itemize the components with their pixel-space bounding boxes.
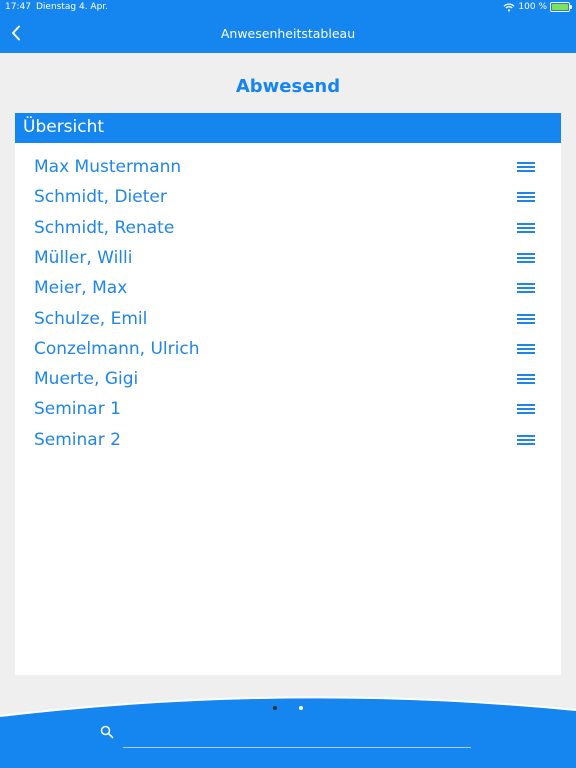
list-item[interactable]: Meier, Max [15, 274, 561, 304]
status-bar: 17:47 Dienstag 4. Apr. 100 % [0, 0, 576, 14]
battery-icon [550, 2, 572, 12]
list-item-label: Muerte, Gigi [34, 369, 139, 390]
list-item-label: Müller, Willi [34, 247, 133, 268]
nav-title: Anwesenheitstableau [220, 26, 356, 41]
list-item[interactable]: Seminar 1 [15, 395, 561, 425]
list-item-label: Seminar 1 [34, 399, 121, 420]
page-indicator-dot-2[interactable] [299, 706, 303, 710]
drag-handle-icon[interactable] [517, 162, 535, 174]
search-icon-wrapper[interactable] [100, 724, 114, 743]
list-item[interactable]: Conzelmann, Ulrich [15, 335, 561, 365]
drag-handle-icon[interactable] [517, 313, 535, 326]
list-item-label: Max Mustermann [34, 157, 182, 177]
status-time: 17:47 [5, 2, 31, 12]
list-item-label: Schulze, Emil [34, 308, 148, 329]
list-item[interactable]: Müller, Willi [15, 244, 561, 274]
page-indicator-dot-1[interactable] [273, 706, 277, 710]
page-heading: Abwesend [235, 76, 341, 97]
list-item[interactable]: Seminar 2 [15, 426, 561, 456]
list-item[interactable]: Schmidt, Dieter [15, 183, 561, 213]
list-item[interactable]: Schulze, Emil [15, 305, 561, 335]
search-icon [100, 725, 114, 739]
bottom-wave [0, 696, 576, 768]
drag-handle-icon[interactable] [517, 374, 535, 386]
status-right: 100 % [503, 2, 572, 12]
search-input[interactable] [123, 747, 471, 748]
list-item[interactable]: Max Mustermann [15, 153, 561, 183]
drag-handle-icon[interactable] [517, 222, 535, 235]
drag-handle-icon[interactable] [517, 252, 535, 265]
drag-handle-icon[interactable] [517, 192, 535, 204]
drag-handle-icon[interactable] [517, 283, 535, 295]
list-item-label: Conzelmann, Ulrich [34, 338, 200, 359]
list-item-label: Schmidt, Dieter [34, 187, 167, 208]
list-item-label: Seminar 2 [34, 429, 121, 450]
list-item-label: Schmidt, Renate [34, 217, 175, 238]
drag-handle-icon[interactable] [517, 404, 535, 416]
wifi-icon [503, 2, 515, 11]
bottom-bar [0, 688, 576, 768]
drag-handle-icon[interactable] [517, 343, 535, 356]
list-item[interactable]: Schmidt, Renate [15, 214, 561, 244]
list-item-label: Meier, Max [34, 278, 128, 299]
overview-panel: Übersicht Max Mustermann Schmidt, Dieter S… [15, 113, 561, 675]
status-date: Dienstag 4. Apr. [36, 2, 109, 12]
battery-percent: 100 % [518, 2, 547, 12]
list-item[interactable]: Muerte, Gigi [15, 365, 561, 395]
navigation-bar: Anwesenheitstableau [0, 14, 576, 53]
panel-header: Übersicht [15, 113, 561, 143]
drag-handle-icon[interactable] [517, 434, 535, 447]
